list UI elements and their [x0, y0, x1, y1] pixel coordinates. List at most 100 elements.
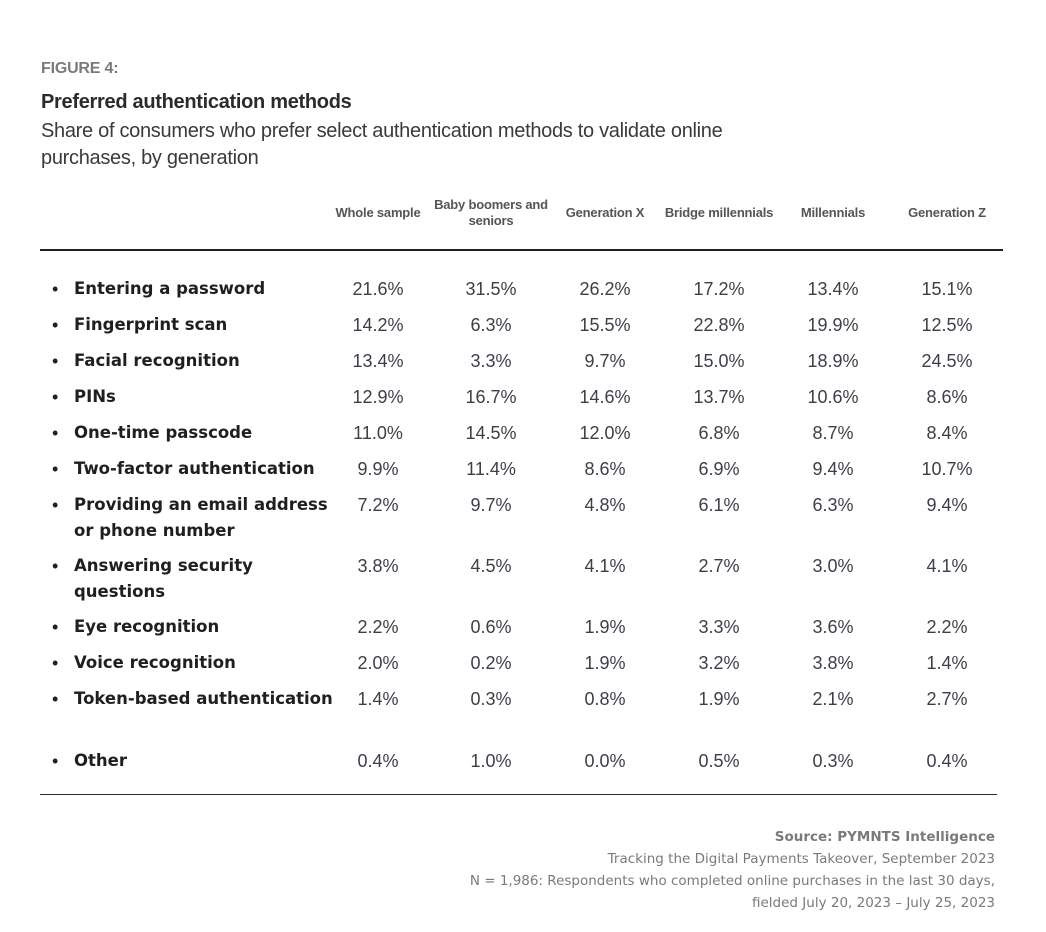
table-cell: 11.0% [353, 423, 403, 443]
table-cell: 0.8% [584, 689, 626, 709]
table-cell: 31.5% [465, 279, 517, 299]
bullet-icon: • [52, 351, 59, 371]
table-cell: 15.0% [693, 351, 745, 371]
column-header: Bridge millennials [664, 205, 774, 220]
figure-label: FIGURE 4: [41, 60, 119, 77]
table-cell: 14.2% [352, 315, 404, 335]
bullet-icon: • [52, 459, 59, 479]
table-cell: 14.5% [465, 423, 517, 443]
table-cell: 2.7% [926, 689, 968, 709]
table-cell: 7.2% [357, 495, 399, 515]
table-bottom-divider [40, 794, 997, 795]
table-cell: 13.7% [693, 387, 745, 407]
table-cell: 1.9% [698, 689, 740, 709]
table-cell: 2.2% [926, 617, 968, 637]
table-cell: 4.8% [584, 495, 626, 515]
bullet-icon: • [52, 315, 59, 335]
column-header: Whole sample [335, 205, 421, 220]
table-cell: 21.6% [352, 279, 404, 299]
bullet-icon: • [52, 495, 59, 515]
row-label: Fingerprint scan [74, 315, 228, 334]
bullet-icon: • [52, 387, 59, 407]
table-cell: 9.4% [926, 495, 968, 515]
header-divider [40, 249, 1003, 251]
column-header: Generation X [565, 205, 645, 220]
table-cell: 8.6% [584, 459, 626, 479]
table-cell: 1.4% [926, 653, 968, 673]
table-cell: 9.4% [812, 459, 854, 479]
table-cell: 2.0% [357, 653, 399, 673]
table-cell: 17.2% [693, 279, 745, 299]
table-cell: 6.3% [470, 315, 512, 335]
table-cell: 1.9% [584, 617, 626, 637]
table-cell: 2.1% [812, 689, 854, 709]
table-cell: 8.7% [812, 423, 854, 443]
table-cell: 0.3% [470, 689, 512, 709]
table-cell: 3.2% [698, 653, 740, 673]
table-cell: 6.9% [698, 459, 740, 479]
bullet-icon: • [52, 556, 59, 576]
row-label: Eye recognition [74, 617, 220, 636]
table-cell: 2.2% [357, 617, 399, 637]
row-label: Voice recognition [74, 653, 236, 672]
table-cell: 0.3% [812, 751, 854, 771]
chart-title: Preferred authentication methods [41, 91, 352, 113]
table-cell: 18.9% [807, 351, 859, 371]
table-cell: 24.5% [921, 351, 973, 371]
table-cell: 8.6% [926, 387, 968, 407]
table-cell: 6.8% [698, 423, 740, 443]
row-label: Answering security questions [74, 556, 253, 601]
table-cell: 22.8% [693, 315, 745, 335]
table-cell: 16.7% [465, 387, 517, 407]
table-cell: 1.4% [357, 689, 399, 709]
row-label: Providing an email address or phone numb… [74, 495, 328, 540]
table-cell: 14.6% [579, 387, 631, 407]
table-cell: 0.5% [698, 751, 740, 771]
table-cell: 9.7% [470, 495, 512, 515]
table-cell: 3.8% [357, 556, 399, 576]
table-cell: 12.5% [921, 315, 973, 335]
table-cell: 3.0% [812, 556, 854, 576]
table-cell: 10.6% [807, 387, 859, 407]
table-cell: 4.5% [470, 556, 512, 576]
table-cell: 0.4% [357, 751, 399, 771]
table-cell: 0.2% [470, 653, 512, 673]
table-cell: 6.3% [812, 495, 854, 515]
table-cell: 4.1% [926, 556, 968, 576]
table-cell: 3.3% [470, 351, 512, 371]
table-cell: 1.0% [470, 751, 512, 771]
row-label: Entering a password [74, 279, 266, 298]
column-header: Baby boomers and seniors [434, 197, 548, 228]
bullet-icon: • [52, 653, 59, 673]
column-header: Generation Z [908, 205, 986, 220]
table-cell: 0.4% [926, 751, 968, 771]
footer-report: Tracking the Digital Payments Takeover, … [607, 851, 995, 867]
bullet-icon: • [52, 423, 59, 443]
row-label: Token-based authentication [74, 689, 333, 708]
footer-sample: N = 1,986: Respondents who completed onl… [469, 873, 995, 889]
bullet-icon: • [52, 751, 59, 771]
table-cell: 10.7% [921, 459, 973, 479]
table-cell: 4.1% [584, 556, 626, 576]
bullet-icon: • [52, 689, 59, 709]
table-cell: 3.8% [812, 653, 854, 673]
footer-fielded: fielded July 20, 2023 – July 25, 2023 [752, 895, 995, 911]
chart-subtitle: Share of consumers who prefer select aut… [41, 120, 723, 169]
table-cell: 3.3% [698, 617, 740, 637]
table-cell: 12.0% [579, 423, 631, 443]
column-header: Millennials [800, 205, 866, 220]
row-label: Other [74, 751, 127, 770]
table-cell: 19.9% [807, 315, 859, 335]
table-cell: 8.4% [926, 423, 968, 443]
table-cell: 12.9% [352, 387, 404, 407]
table-cell: 6.1% [698, 495, 740, 515]
table-cell: 3.6% [812, 617, 854, 637]
table-cell: 9.9% [357, 459, 399, 479]
footer-source: Source: PYMNTS Intelligence [774, 829, 995, 845]
bullet-icon: • [52, 279, 59, 299]
table-cell: 9.7% [584, 351, 626, 371]
bullet-icon: • [52, 617, 59, 637]
table-cell: 15.5% [579, 315, 631, 335]
table-cell: 2.7% [698, 556, 740, 576]
row-label: Facial recognition [74, 351, 240, 370]
